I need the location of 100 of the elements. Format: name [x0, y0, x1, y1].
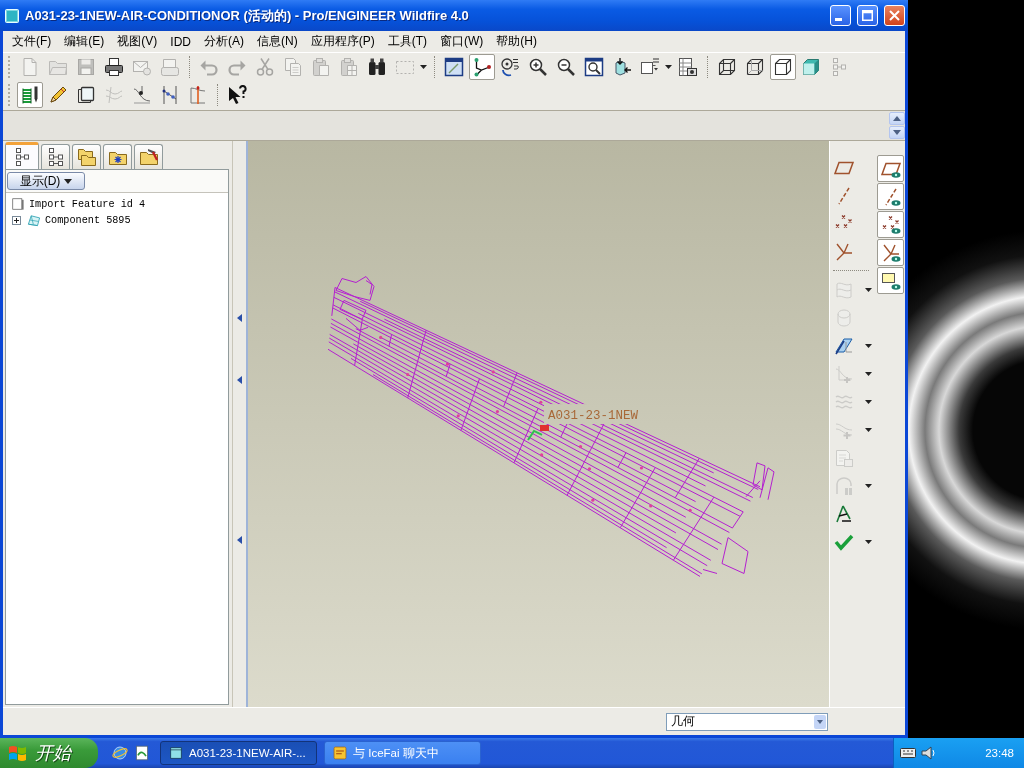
tray-clock: 23:48 [985, 747, 1014, 759]
sheet-camera-icon [678, 57, 698, 77]
menu-item[interactable]: 应用程序(P) [304, 32, 381, 51]
caret-icon[interactable] [865, 344, 872, 348]
clipboard-grid-icon [339, 57, 359, 77]
coil-tool-button[interactable] [17, 82, 43, 108]
spin-center-button[interactable] [469, 54, 495, 80]
model-tree-tab[interactable] [5, 142, 39, 169]
caret-up-icon [893, 116, 901, 121]
copy-icon [283, 57, 303, 77]
tools-tab[interactable] [134, 144, 163, 169]
cube-outline-icon [773, 57, 793, 77]
box-lines-icon [640, 57, 660, 77]
maximize-button[interactable] [857, 5, 878, 26]
blank-page-icon [20, 57, 40, 77]
model-name-label: A031-23-1NEW [548, 409, 638, 423]
point-display-button[interactable] [877, 211, 904, 238]
scissors-icon [255, 57, 275, 77]
collapse-arrow-icon[interactable] [237, 314, 242, 322]
close-button[interactable] [884, 5, 905, 26]
caret-icon[interactable] [665, 65, 672, 69]
folder-hammer-icon [138, 147, 159, 167]
favorites-tab[interactable] [103, 144, 132, 169]
document-swirl-icon[interactable] [134, 745, 150, 761]
folder-browser-tab[interactable] [72, 144, 101, 169]
caret-icon[interactable] [865, 540, 872, 544]
expand-icon[interactable] [12, 215, 21, 225]
shell-icon [834, 476, 854, 496]
note-eye-icon [880, 270, 901, 291]
caret-down-icon [893, 130, 901, 135]
menu-item[interactable]: 帮助(H) [490, 32, 543, 51]
minimize-icon [835, 18, 842, 21]
sheet-icon [834, 448, 854, 468]
menu-item[interactable]: 视图(V) [111, 32, 164, 51]
scroll-up-button[interactable] [889, 112, 905, 125]
lines-plus-icon [834, 420, 854, 440]
axes-eye-icon [880, 242, 901, 263]
start-button[interactable]: 开始 [0, 738, 98, 768]
compass-icon [834, 504, 854, 524]
menu-item[interactable]: 编辑(E) [58, 32, 111, 51]
keyboard-icon[interactable] [900, 745, 916, 761]
wavy-lines-icon [104, 85, 124, 105]
menu-item[interactable]: 工具(T) [381, 32, 433, 51]
tree-item[interactable]: Import Feature id 4 [6, 196, 228, 212]
scroll-down-button[interactable] [889, 126, 905, 139]
square-icon [76, 85, 96, 105]
menu-item[interactable]: 分析(A) [198, 32, 250, 51]
zoom-out-icon [556, 57, 576, 77]
app-window-icon [169, 746, 183, 760]
shaded-cube-icon [801, 57, 821, 77]
plane-display-button[interactable] [877, 155, 904, 182]
node-lines-icon [160, 85, 180, 105]
selection-filter-dropdown[interactable]: 几何 [666, 712, 828, 731]
mailbox-icon [160, 57, 180, 77]
maximize-icon [862, 10, 873, 21]
collapse-arrow-icon[interactable] [237, 536, 242, 544]
connected-nodes-icon [472, 57, 492, 77]
taskbar-button[interactable]: A031-23-1NEW-AIR-... [160, 741, 317, 765]
globe-icon[interactable] [112, 745, 128, 761]
binoculars-icon [367, 57, 387, 77]
coil-pen-icon [20, 85, 40, 105]
zoom-in-icon [528, 57, 548, 77]
blend-shape-icon [834, 308, 854, 328]
axis-display-button[interactable] [877, 183, 904, 210]
tree-item[interactable]: Component 5895 [6, 212, 228, 228]
menu-item[interactable]: 文件(F) [6, 32, 58, 51]
wireframe-cube-icon [717, 57, 737, 77]
speaker-icon[interactable] [921, 745, 937, 761]
component-icon [26, 213, 42, 227]
printer-icon [104, 57, 124, 77]
no-hidden-button[interactable] [770, 54, 796, 80]
collapse-arrow-icon[interactable] [237, 376, 242, 384]
help-cursor-icon [227, 85, 247, 105]
hidden-line-cube-icon [745, 57, 765, 77]
chat-badge-icon [333, 746, 347, 760]
axes-icon [834, 242, 854, 262]
cut-line-icon [188, 85, 208, 105]
menu-item[interactable]: 窗口(W) [434, 32, 490, 51]
feature-icon [10, 197, 26, 211]
app-window-icon [5, 8, 19, 23]
close-icon [889, 10, 900, 21]
menu-item[interactable]: IDD [164, 33, 197, 50]
caret-icon [64, 178, 73, 184]
window-title: A031-23-1NEW-AIR-CONDITIONOR (活动的) - Pro/ENGINEER Wildfire 4.0 [25, 6, 470, 25]
annotation-display-button[interactable] [877, 267, 904, 294]
flag-icon [8, 743, 28, 763]
curve-point-icon [132, 85, 152, 105]
cube-arrows-icon [612, 57, 632, 77]
show-menu-button[interactable]: 显示(D) [7, 172, 85, 190]
layer-tree-tab[interactable] [41, 144, 70, 169]
zoom-frame-icon [584, 57, 604, 77]
pencil-icon [48, 85, 68, 105]
checkmark-icon [834, 532, 854, 552]
minimize-button[interactable] [830, 5, 851, 26]
magnifier-arrow-icon [500, 57, 520, 77]
csys-display-button[interactable] [877, 239, 904, 266]
clipboard-icon [311, 57, 331, 77]
surface-icon [834, 280, 854, 300]
menu-item[interactable]: 信息(N) [251, 32, 304, 51]
csys-marker-icon [527, 425, 549, 441]
